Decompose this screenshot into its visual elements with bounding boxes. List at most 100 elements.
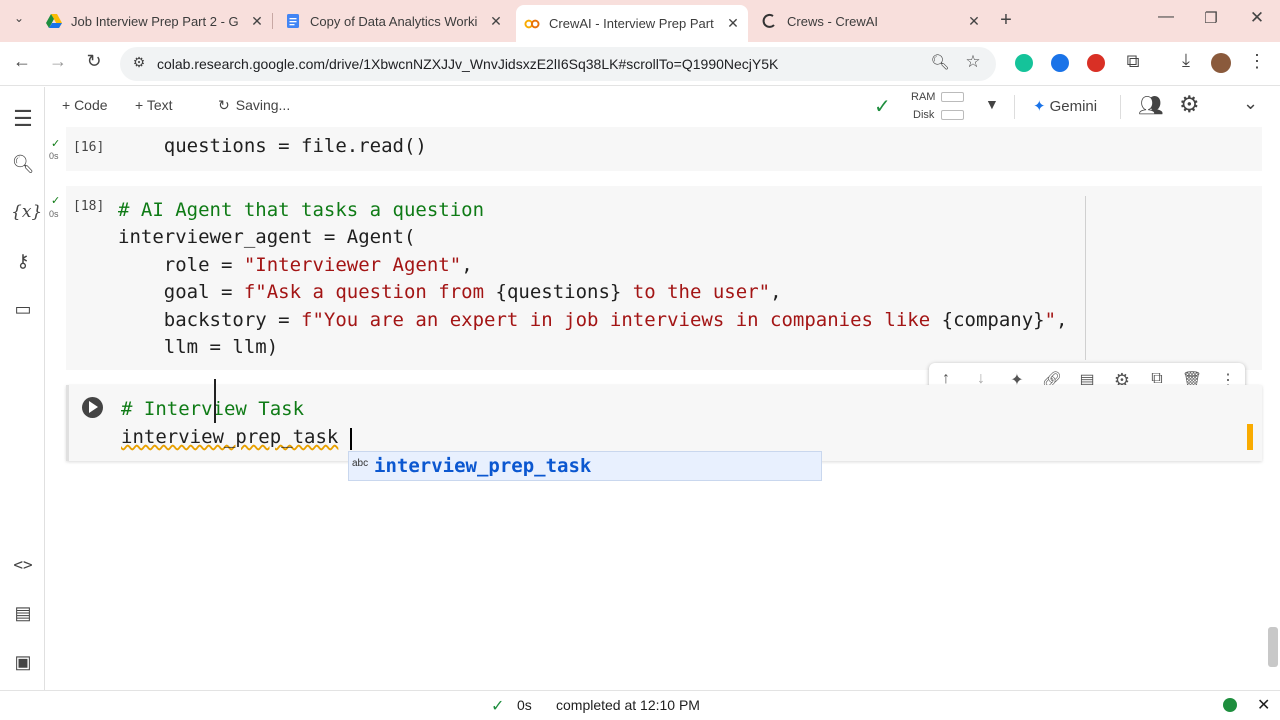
scrollbar-thumb[interactable] xyxy=(1268,627,1278,667)
code-cell-active[interactable]: # Interview Task interview_prep_task xyxy=(66,385,1262,461)
code-line: questions = file.read() xyxy=(118,135,427,157)
left-sidebar: ☰ 🔍︎ {x} ⚷ ▭ <> ▤ ▣ xyxy=(0,87,45,690)
close-icon[interactable]: ✕ xyxy=(249,13,265,30)
collapse-chevron-icon[interactable]: ⌄ xyxy=(1243,93,1258,114)
browser-tab-colab[interactable]: CrewAI - Interview Prep Part 2.i ✕ xyxy=(516,5,748,42)
connected-check-icon: ✓ xyxy=(874,96,891,118)
code-line: llm = llm) xyxy=(118,336,279,358)
colab-toolbar: + Code + Text ↻ Saving... ✓ RAM Disk ▼ ✦ G… xyxy=(0,87,1280,127)
browser-tab-strip: ⌄ Job Interview Prep Part 2 - Goo ✕ Copy… xyxy=(0,0,1280,42)
browser-tab-crewai[interactable]: Crews - CrewAI ✕ xyxy=(762,6,982,36)
code-line[interactable]: interview_prep_task xyxy=(121,426,338,448)
browser-tab-drive[interactable]: Job Interview Prep Part 2 - Goo ✕ xyxy=(46,6,266,36)
variables-icon[interactable]: {x} xyxy=(11,202,42,226)
code-line: backstory = f"You are an expert in job i… xyxy=(118,309,1068,331)
address-bar[interactable]: ⚙ colab.research.google.com/drive/1Xbwcn… xyxy=(120,47,996,81)
status-bar: ✓ 0s completed at 12:10 PM ✕ xyxy=(0,690,1280,720)
download-icon[interactable]: ⤓ xyxy=(1175,50,1197,71)
tab-title: CrewAI - Interview Prep Part 2.i xyxy=(549,16,715,31)
code-cell-16[interactable]: ✓ 0s [16] questions = file.read() xyxy=(49,127,1262,171)
cell-exec-time: 0s xyxy=(49,151,59,161)
table-of-contents-icon[interactable]: ☰ xyxy=(11,106,35,131)
extension-red-icon[interactable] xyxy=(1087,54,1105,72)
ram-label: RAM xyxy=(911,91,936,103)
disk-label: Disk xyxy=(913,109,935,121)
cell-success-check-icon: ✓ xyxy=(51,195,61,207)
browser-tab-docs[interactable]: Copy of Data Analytics Working ✕ xyxy=(285,6,505,36)
colab-icon xyxy=(524,19,540,28)
code-snippets-icon[interactable]: <> xyxy=(11,555,35,579)
disk-bar xyxy=(941,110,964,120)
tab-title: Job Interview Prep Part 2 - Goo xyxy=(71,13,239,29)
mouse-ibeam-cursor xyxy=(214,379,216,423)
tab-divider xyxy=(272,13,273,29)
close-window-icon[interactable]: ✕ xyxy=(1247,8,1267,28)
tab-search-icon[interactable]: ⌄ xyxy=(10,11,28,25)
terminal-icon[interactable]: ▣ xyxy=(11,652,35,676)
back-icon[interactable]: ← xyxy=(10,51,34,72)
cell-success-check-icon: ✓ xyxy=(51,138,61,150)
runtime-status-dot[interactable] xyxy=(1223,698,1237,712)
crewai-icon xyxy=(762,13,775,28)
add-text-button[interactable]: + Text xyxy=(135,97,173,113)
saving-status: ↻ Saving... xyxy=(218,97,290,114)
gemini-label: Gemini xyxy=(1049,98,1098,115)
settings-gear-icon[interactable]: ⚙ xyxy=(1179,91,1200,118)
google-drive-icon xyxy=(46,14,62,28)
restore-icon[interactable]: ❐ xyxy=(1201,9,1221,27)
minimize-icon[interactable]: — xyxy=(1156,8,1176,26)
code-line: # AI Agent that tasks a question xyxy=(118,199,485,221)
files-folder-icon[interactable]: ▭ xyxy=(11,299,35,323)
site-info-icon[interactable]: ⚙ xyxy=(130,54,148,71)
code-cell-18[interactable]: ✓ 0s [18] # AI Agent that tasks a questi… xyxy=(49,186,1262,370)
autocomplete-suggestion[interactable]: abc interview_prep_task xyxy=(348,451,822,481)
cell-exec-time: 0s xyxy=(49,209,59,219)
toolbar-divider xyxy=(1014,95,1015,119)
browser-menu-icon[interactable]: ⋮ xyxy=(1248,51,1266,72)
code-line: # Interview Task xyxy=(121,398,305,420)
new-tab-icon[interactable]: + xyxy=(996,9,1016,32)
text-cursor xyxy=(350,428,352,450)
code-line: goal = f"Ask a question from {questions}… xyxy=(118,281,782,303)
suggestion-text[interactable]: interview_prep_task xyxy=(374,455,591,477)
ram-bar xyxy=(941,92,964,102)
status-check-icon: ✓ xyxy=(491,698,505,715)
zoom-icon[interactable]: 🔍︎ xyxy=(930,53,950,71)
saving-label: Saving... xyxy=(235,97,291,113)
code-line: interviewer_agent = Agent( xyxy=(118,226,416,248)
sync-icon: ↻ xyxy=(218,97,230,113)
search-icon[interactable]: 🔍︎ xyxy=(11,154,35,178)
bookmark-star-icon[interactable]: ☆ xyxy=(963,52,983,72)
command-palette-icon[interactable]: ▤ xyxy=(11,603,35,627)
play-icon xyxy=(89,401,98,413)
close-status-icon[interactable]: ✕ xyxy=(1257,695,1270,715)
forward-icon[interactable]: → xyxy=(46,51,70,72)
tab-title: Crews - CrewAI xyxy=(787,13,879,29)
gemini-button[interactable]: ✦ Gemini xyxy=(1033,97,1097,115)
address-bar-row: ← → ↻ ⚙ colab.research.google.com/drive/… xyxy=(0,42,1280,86)
status-time: 0s xyxy=(517,697,532,713)
close-icon[interactable]: ✕ xyxy=(966,13,982,30)
code-line: role = "Interviewer Agent", xyxy=(118,254,473,276)
gemini-sparkle-icon: ✦ xyxy=(1033,98,1046,115)
extension-blue-icon[interactable] xyxy=(1051,54,1069,72)
cell-exec-count: [18] xyxy=(73,199,105,214)
extensions-puzzle-icon[interactable]: ⧉ xyxy=(1122,51,1144,72)
avatar[interactable] xyxy=(1211,53,1231,73)
line-length-ruler xyxy=(1085,196,1086,360)
spelling-abc-icon: abc xyxy=(352,458,369,469)
cell-exec-count: [16] xyxy=(73,140,105,155)
secrets-key-icon[interactable]: ⚷ xyxy=(11,251,35,275)
status-message: completed at 12:10 PM xyxy=(556,697,700,713)
runtime-dropdown-icon[interactable]: ▼ xyxy=(985,96,999,112)
tab-title: Copy of Data Analytics Working xyxy=(310,13,478,29)
scroll-marker xyxy=(1247,424,1253,450)
grammarly-icon[interactable] xyxy=(1015,54,1033,72)
close-icon[interactable]: ✕ xyxy=(488,13,504,30)
share-people-icon[interactable]: 👥︎ xyxy=(1138,93,1163,118)
url-text[interactable]: colab.research.google.com/drive/1XbwcnNZ… xyxy=(157,56,778,72)
close-icon[interactable]: ✕ xyxy=(725,15,741,32)
add-code-button[interactable]: + Code xyxy=(62,97,108,113)
reload-icon[interactable]: ↻ xyxy=(82,51,106,72)
google-docs-icon xyxy=(287,14,299,28)
